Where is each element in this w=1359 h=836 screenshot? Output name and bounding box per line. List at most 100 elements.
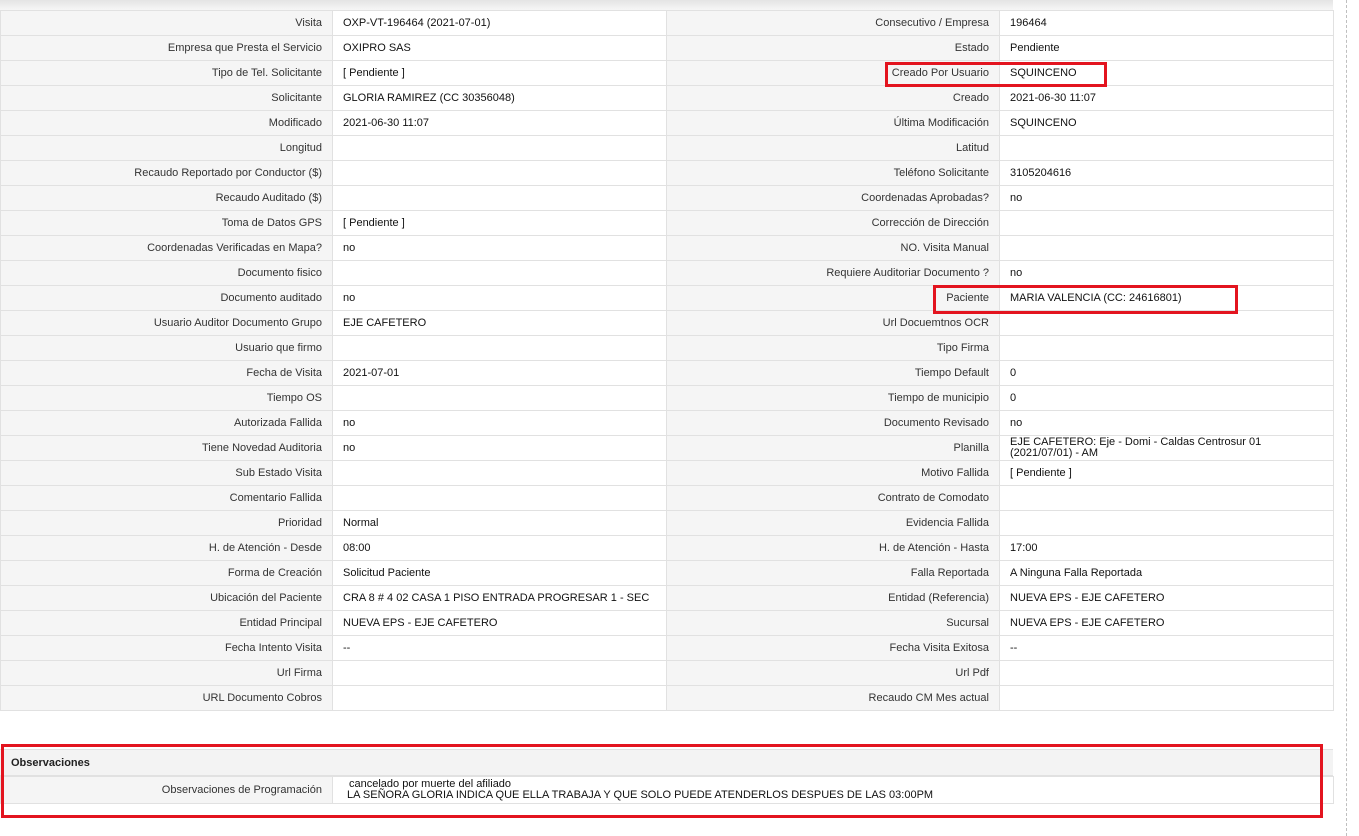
table-row: Observaciones de Programación cancelado …	[0, 776, 1334, 804]
field-value: NUEVA EPS - EJE CAFETERO	[999, 585, 1334, 611]
field-label: Planilla	[666, 435, 1000, 461]
table-row: Tiene Novedad Auditoria no Planilla EJE CA…	[0, 435, 1334, 461]
field-label: Creado Por Usuario	[666, 60, 1000, 86]
table-row: Sub Estado Visita Motivo Fallida[ Pendien…	[0, 460, 1334, 486]
field-label: Tiempo Default	[666, 360, 1000, 386]
field-value: no	[999, 260, 1334, 286]
field-label: Documento auditado	[0, 285, 333, 311]
field-label: Url Pdf	[666, 660, 1000, 686]
field-value: SQUINCENO	[999, 60, 1334, 86]
field-label: Última Modificación	[666, 110, 1000, 136]
field-label: Estado	[666, 35, 1000, 61]
field-label: Coordenadas Verificadas en Mapa?	[0, 235, 333, 261]
table-row: Usuario Auditor Documento Grupo EJE CAFET…	[0, 310, 1334, 336]
field-label: Contrato de Comodato	[666, 485, 1000, 511]
field-value: [ Pendiente ]	[332, 60, 667, 86]
table-row: Tipo de Tel. Solicitante[ Pendiente ] Cre…	[0, 60, 1334, 86]
field-value	[999, 210, 1334, 236]
field-value: no	[332, 285, 667, 311]
field-value	[332, 460, 667, 486]
field-value: GLORIA RAMIREZ (CC 30356048)	[332, 85, 667, 111]
field-value: no	[999, 410, 1334, 436]
table-row: Usuario que firmo Tipo Firma	[0, 335, 1334, 361]
field-value: --	[332, 635, 667, 661]
table-row: Coordenadas Verificadas en Mapa? no NO. V…	[0, 235, 1334, 261]
field-label: Tiempo de municipio	[666, 385, 1000, 411]
field-value: no	[332, 410, 667, 436]
field-value	[332, 260, 667, 286]
table-row: Autorizada Fallida no Documento Revisado …	[0, 410, 1334, 436]
field-value: OXIPRO SAS	[332, 35, 667, 61]
field-label: Recaudo CM Mes actual	[666, 685, 1000, 711]
scrollbar-track[interactable]	[1346, 0, 1348, 836]
field-label: Documento Revisado	[666, 410, 1000, 436]
field-label: Latitud	[666, 135, 1000, 161]
field-label: Creado	[666, 85, 1000, 111]
field-value	[332, 160, 667, 186]
field-value	[999, 485, 1334, 511]
field-label: Url Docuemtnos OCR	[666, 310, 1000, 336]
field-value: 17:00	[999, 535, 1334, 561]
field-value: MARIA VALENCIA (CC: 24616801)	[999, 285, 1334, 311]
field-value	[999, 235, 1334, 261]
field-label: Evidencia Fallida	[666, 510, 1000, 536]
table-row: Recaudo Auditado ($) Coordenadas Aprobada…	[0, 185, 1334, 211]
field-label: Tiempo OS	[0, 385, 333, 411]
table-row: Comentario Fallida Contrato de Comodato	[0, 485, 1334, 511]
table-row: H. de Atención - Desde 08:00 H. de Atenció…	[0, 535, 1334, 561]
field-label: H. de Atención - Hasta	[666, 535, 1000, 561]
field-value: 3105204616	[999, 160, 1334, 186]
table-row: Visita OXP-VT-196464 (2021-07-01) Consecut…	[0, 10, 1334, 36]
field-value: 2021-07-01	[332, 360, 667, 386]
field-label: Usuario que firmo	[0, 335, 333, 361]
field-label: H. de Atención - Desde	[0, 535, 333, 561]
field-label: Consecutivo / Empresa	[666, 10, 1000, 36]
table-row: Fecha Intento Visita -- Fecha Visita Exit…	[0, 635, 1334, 661]
field-label: Toma de Datos GPS	[0, 210, 333, 236]
table-row: Prioridad Normal Evidencia Fallida	[0, 510, 1334, 536]
field-label: Tiene Novedad Auditoria	[0, 435, 333, 461]
field-label: Coordenadas Aprobadas?	[666, 185, 1000, 211]
field-value	[332, 135, 667, 161]
field-label: Url Firma	[0, 660, 333, 686]
field-label: Fecha de Visita	[0, 360, 333, 386]
field-value: 2021-06-30 11:07	[332, 110, 667, 136]
field-label: Forma de Creación	[0, 560, 333, 586]
field-value: EJE CAFETERO: Eje - Domi - Caldas Centro…	[999, 435, 1334, 461]
field-value: NUEVA EPS - EJE CAFETERO	[332, 610, 667, 636]
field-value: no	[332, 435, 667, 461]
field-label: Fecha Visita Exitosa	[666, 635, 1000, 661]
visit-detail-table: Visita OXP-VT-196464 (2021-07-01) Consecut…	[0, 10, 1334, 711]
table-row: Recaudo Reportado por Conductor ($) Teléf…	[0, 160, 1334, 186]
field-value	[999, 135, 1334, 161]
field-value	[332, 335, 667, 361]
field-label: Entidad (Referencia)	[666, 585, 1000, 611]
field-value: Pendiente	[999, 35, 1334, 61]
field-value	[332, 660, 667, 686]
field-value: Normal	[332, 510, 667, 536]
field-value: Solicitud Paciente	[332, 560, 667, 586]
field-label: Paciente	[666, 285, 1000, 311]
field-label: Autorizada Fallida	[0, 410, 333, 436]
field-label: URL Documento Cobros	[0, 685, 333, 711]
field-label: Visita	[0, 10, 333, 36]
table-row: Solicitante GLORIA RAMIREZ (CC 30356048) C…	[0, 85, 1334, 111]
field-value: [ Pendiente ]	[332, 210, 667, 236]
field-value	[999, 685, 1334, 711]
field-label: Tipo Firma	[666, 335, 1000, 361]
field-label: Fecha Intento Visita	[0, 635, 333, 661]
table-row: Documento auditado no Paciente MARIA VALEN…	[0, 285, 1334, 311]
field-value: 08:00	[332, 535, 667, 561]
table-row: Url Firma Url Pdf	[0, 660, 1334, 686]
field-label: Solicitante	[0, 85, 333, 111]
field-label: Comentario Fallida	[0, 485, 333, 511]
field-value	[999, 310, 1334, 336]
observaciones-table: Observaciones de Programación cancelado …	[0, 776, 1334, 804]
field-label: Falla Reportada	[666, 560, 1000, 586]
observacion-line-2: LA SEÑORA GLORIA INDICA QUE ELLA TRABAJA…	[347, 789, 934, 801]
field-value: --	[999, 635, 1334, 661]
field-value: OXP-VT-196464 (2021-07-01)	[332, 10, 667, 36]
table-row: Entidad Principal NUEVA EPS - EJE CAFETER…	[0, 610, 1334, 636]
field-label: Usuario Auditor Documento Grupo	[0, 310, 333, 336]
field-label: Corrección de Dirección	[666, 210, 1000, 236]
